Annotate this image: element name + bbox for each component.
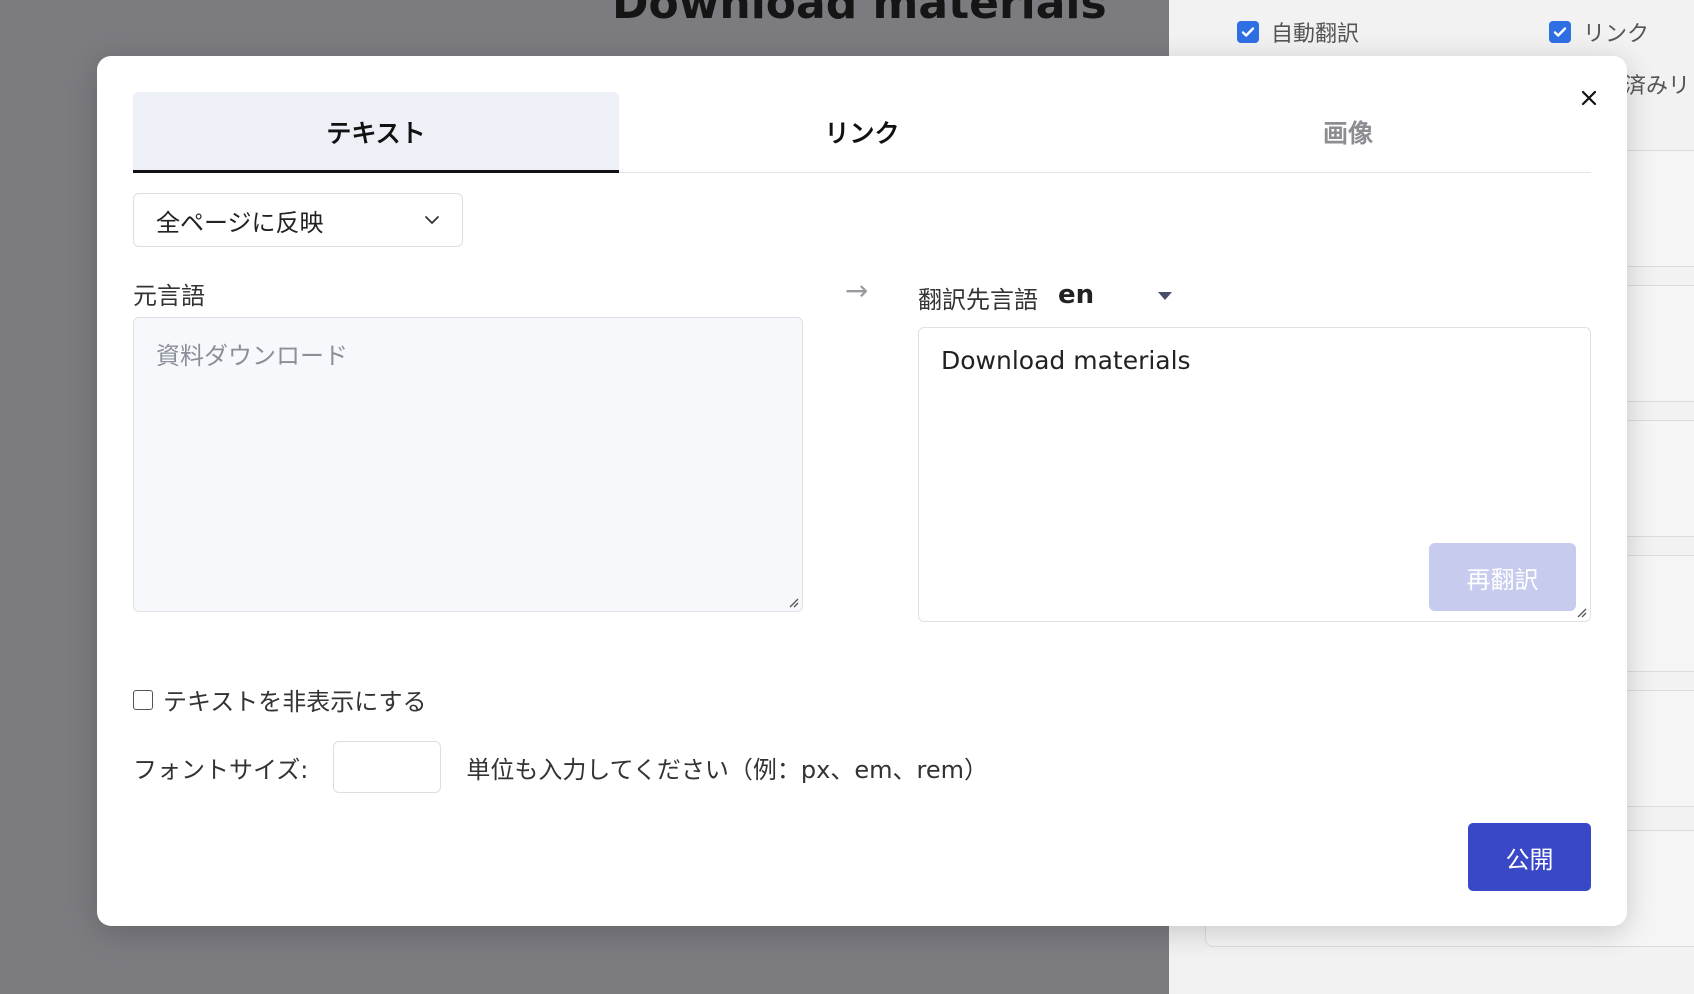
retranslate-button[interactable]: 再翻訳 (1429, 543, 1576, 611)
target-language-label: 翻訳先言語 (918, 286, 1038, 314)
link-label: リンク (1583, 22, 1650, 47)
tab-text-label: テキスト (326, 119, 426, 148)
source-text-placeholder: 資料ダウンロード (156, 342, 348, 370)
auto-translate-checkbox[interactable]: 自動翻訳 (1237, 16, 1359, 48)
resize-handle-icon[interactable] (787, 596, 799, 608)
auto-translate-label: 自動翻訳 (1271, 22, 1360, 47)
publish-button[interactable]: 公開 (1468, 823, 1591, 891)
source-language-label: 元言語 (133, 282, 205, 310)
resize-handle-icon[interactable] (1575, 606, 1587, 618)
font-size-label: フォントサイズ: (133, 755, 309, 784)
source-text-area[interactable]: 資料ダウンロード (133, 317, 803, 612)
check-icon (1549, 21, 1571, 43)
page-heading: Download materials (612, 0, 1107, 29)
hide-text-checkbox[interactable] (133, 689, 153, 710)
tab-image[interactable]: 画像 (1105, 92, 1591, 172)
arrow-right-icon: → (845, 274, 869, 307)
target-text-area[interactable]: Download materials 再翻訳 (918, 327, 1591, 622)
apply-scope-value: 全ページに反映 (156, 208, 324, 237)
caret-down-icon[interactable] (1158, 292, 1172, 300)
check-icon (1237, 21, 1259, 43)
target-language-value[interactable]: en (1058, 280, 1094, 310)
target-text-value: Download materials (941, 346, 1191, 375)
font-size-hint: 単位も入力してください（例：px、em、rem） (466, 755, 989, 784)
tab-link-label: リンク (824, 119, 900, 148)
tab-bar: テキスト リンク 画像 (133, 92, 1591, 173)
hide-text-checkbox-row[interactable]: テキストを非表示にする (133, 682, 427, 717)
link-checkbox[interactable]: リンク (1549, 16, 1649, 48)
apply-scope-select[interactable]: 全ページに反映 (133, 193, 463, 247)
chevron-down-icon (425, 216, 439, 224)
tab-text[interactable]: テキスト (133, 92, 619, 173)
tab-image-label: 画像 (1322, 119, 1373, 148)
font-size-input[interactable] (333, 741, 442, 793)
tab-link[interactable]: リンク (619, 92, 1105, 172)
hide-text-label: テキストを非表示にする (163, 688, 427, 716)
sidebar-fragment-text: 済みリ (1624, 74, 1691, 99)
translation-edit-modal: テキスト リンク 画像 全ページに反映 元言語 → 翻訳先言語 en 資料ダウン… (97, 56, 1627, 926)
font-size-row: フォントサイズ: 単位も入力してください（例：px、em、rem） (133, 741, 988, 793)
